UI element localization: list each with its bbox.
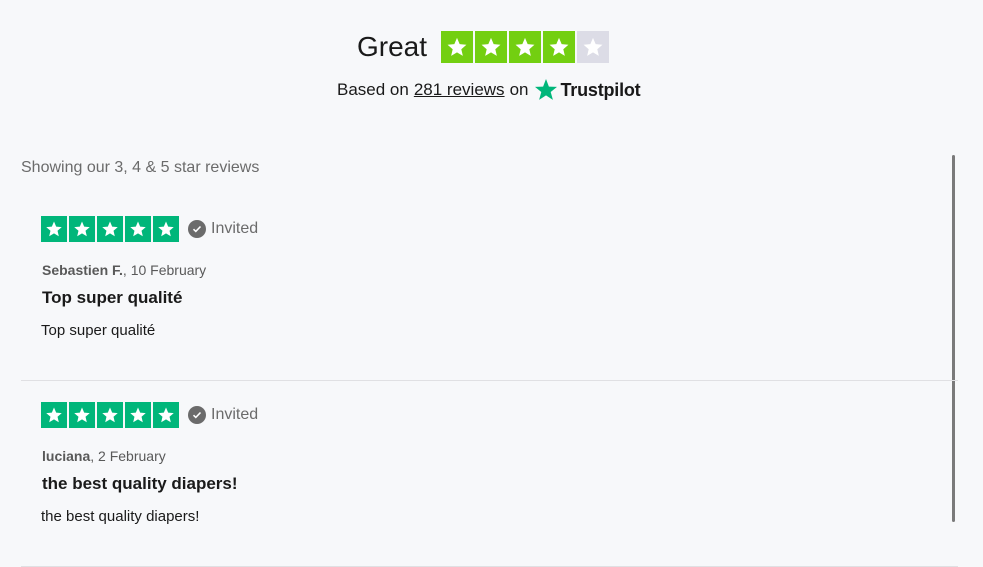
star-filled-icon [475,31,508,63]
review-stars [41,216,179,242]
star-filled-icon [509,31,542,63]
trustpilot-wordmark: Trustpilot [560,79,641,100]
star-filled-icon [153,216,179,242]
star-filled-icon [69,216,95,242]
rating-row: Great [357,30,610,64]
review-rating-row: Invited [41,216,258,242]
review-list: Invited Sebastien F., 10 February Top su… [21,195,958,567]
review-title: the best quality diapers! [42,474,238,493]
review-meta: luciana, 2 February [42,448,166,464]
review-body: the best quality diapers! [41,508,200,525]
review-date: , 2 February [90,448,166,464]
review-card: Invited luciana, 2 February the best qua… [21,381,958,567]
star-filled-icon [97,216,123,242]
based-suffix: on [509,80,529,99]
star-filled-icon [543,31,576,63]
filter-text: Showing our 3, 4 & 5 star reviews [21,159,260,176]
review-rating-row: Invited [41,402,258,428]
invited-badge: Invited [188,406,258,424]
star-empty-icon [577,31,610,63]
star-filled-icon [125,402,151,428]
rating-word: Great [357,31,428,62]
based-on-row: Based on 281 reviews on Trustpilot [337,78,641,102]
review-card: Invited Sebastien F., 10 February Top su… [21,195,958,381]
invited-badge: Invited [188,220,258,238]
star-filled-icon [153,402,179,428]
based-prefix: Based on [337,80,409,99]
summary-stars [441,31,610,63]
review-stars [41,402,179,428]
review-title: Top super qualité [42,288,183,307]
trustpilot-summary: Great Based on 281 reviews on Trustpilot [0,0,983,130]
review-meta: Sebastien F., 10 February [42,262,206,278]
invited-label: Invited [211,406,259,423]
review-count-link[interactable]: 281 reviews [414,80,505,100]
star-filled-icon [41,216,67,242]
review-author: luciana [42,448,91,464]
star-filled-icon [97,402,123,428]
review-author: Sebastien F. [42,262,123,278]
check-circle-icon [188,220,206,238]
trustpilot-logo[interactable]: Trustpilot [534,78,641,102]
star-filled-icon [441,31,474,63]
star-filled-icon [69,402,95,428]
trustpilot-star-icon [535,79,558,100]
star-filled-icon [125,216,151,242]
review-body: Top super qualité [41,322,156,339]
check-circle-icon [188,406,206,424]
review-date: , 10 February [122,262,207,278]
star-filled-icon [41,402,67,428]
invited-label: Invited [211,220,259,237]
